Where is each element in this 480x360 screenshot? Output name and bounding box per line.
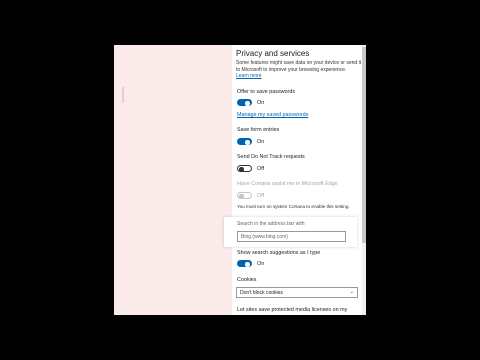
- do-not-track-label: Send Do Not Track requests: [237, 154, 305, 160]
- offer-save-passwords-label: Offer to save passwords: [237, 89, 296, 95]
- offer-save-passwords-toggle[interactable]: [237, 99, 252, 106]
- cortana-state: Off: [257, 193, 265, 199]
- page-title: Privacy and services: [236, 49, 310, 58]
- toggle-knob: [239, 167, 244, 172]
- manage-passwords-link[interactable]: Manage my saved passwords: [237, 112, 308, 118]
- do-not-track-toggle[interactable]: [237, 165, 252, 172]
- cortana-note: You must turn on system Cortana to enabl…: [237, 204, 350, 209]
- media-licenses-label: Let sites save protected media licenses …: [237, 307, 348, 313]
- chevron-down-icon: ⌄: [349, 289, 354, 295]
- panel-description: Some features might save data on your de…: [236, 60, 362, 66]
- cortana-toggle: [237, 192, 252, 199]
- cookies-dropdown[interactable]: Don't block cookies ⌄: [236, 287, 358, 298]
- save-form-entries-toggle[interactable]: [237, 138, 252, 145]
- search-suggestions-state: On: [257, 261, 265, 267]
- address-bar-search-section: Search in the address bar with: [224, 217, 357, 247]
- offer-save-passwords-state: On: [257, 100, 265, 106]
- scrollbar[interactable]: [362, 45, 366, 315]
- save-form-entries-state: On: [257, 139, 265, 145]
- address-bar-search-input[interactable]: [237, 231, 346, 242]
- toggle-knob: [245, 101, 250, 106]
- cookies-selected-value: Don't block cookies: [240, 290, 283, 296]
- page-content-area: [114, 45, 232, 315]
- toggle-knob: [245, 262, 250, 267]
- save-form-entries-label: Save form entries: [237, 127, 280, 133]
- browser-window: Privacy and services Some features might…: [114, 45, 366, 315]
- toggle-knob: [239, 194, 244, 199]
- search-suggestions-toggle[interactable]: [237, 260, 252, 267]
- scrollbar-thumb[interactable]: [362, 47, 366, 243]
- divider: [122, 87, 124, 103]
- cortana-label: Have Cortana assist me in Microsoft Edge: [237, 181, 338, 187]
- do-not-track-state: Off: [257, 166, 265, 172]
- toggle-knob: [245, 140, 250, 145]
- learn-more-link[interactable]: Learn more: [236, 73, 262, 79]
- settings-panel: Privacy and services Some features might…: [224, 45, 362, 315]
- address-bar-search-label: Search in the address bar with: [237, 221, 305, 227]
- search-suggestions-label: Show search suggestions as I type: [237, 250, 321, 256]
- cookies-label: Cookies: [237, 277, 257, 283]
